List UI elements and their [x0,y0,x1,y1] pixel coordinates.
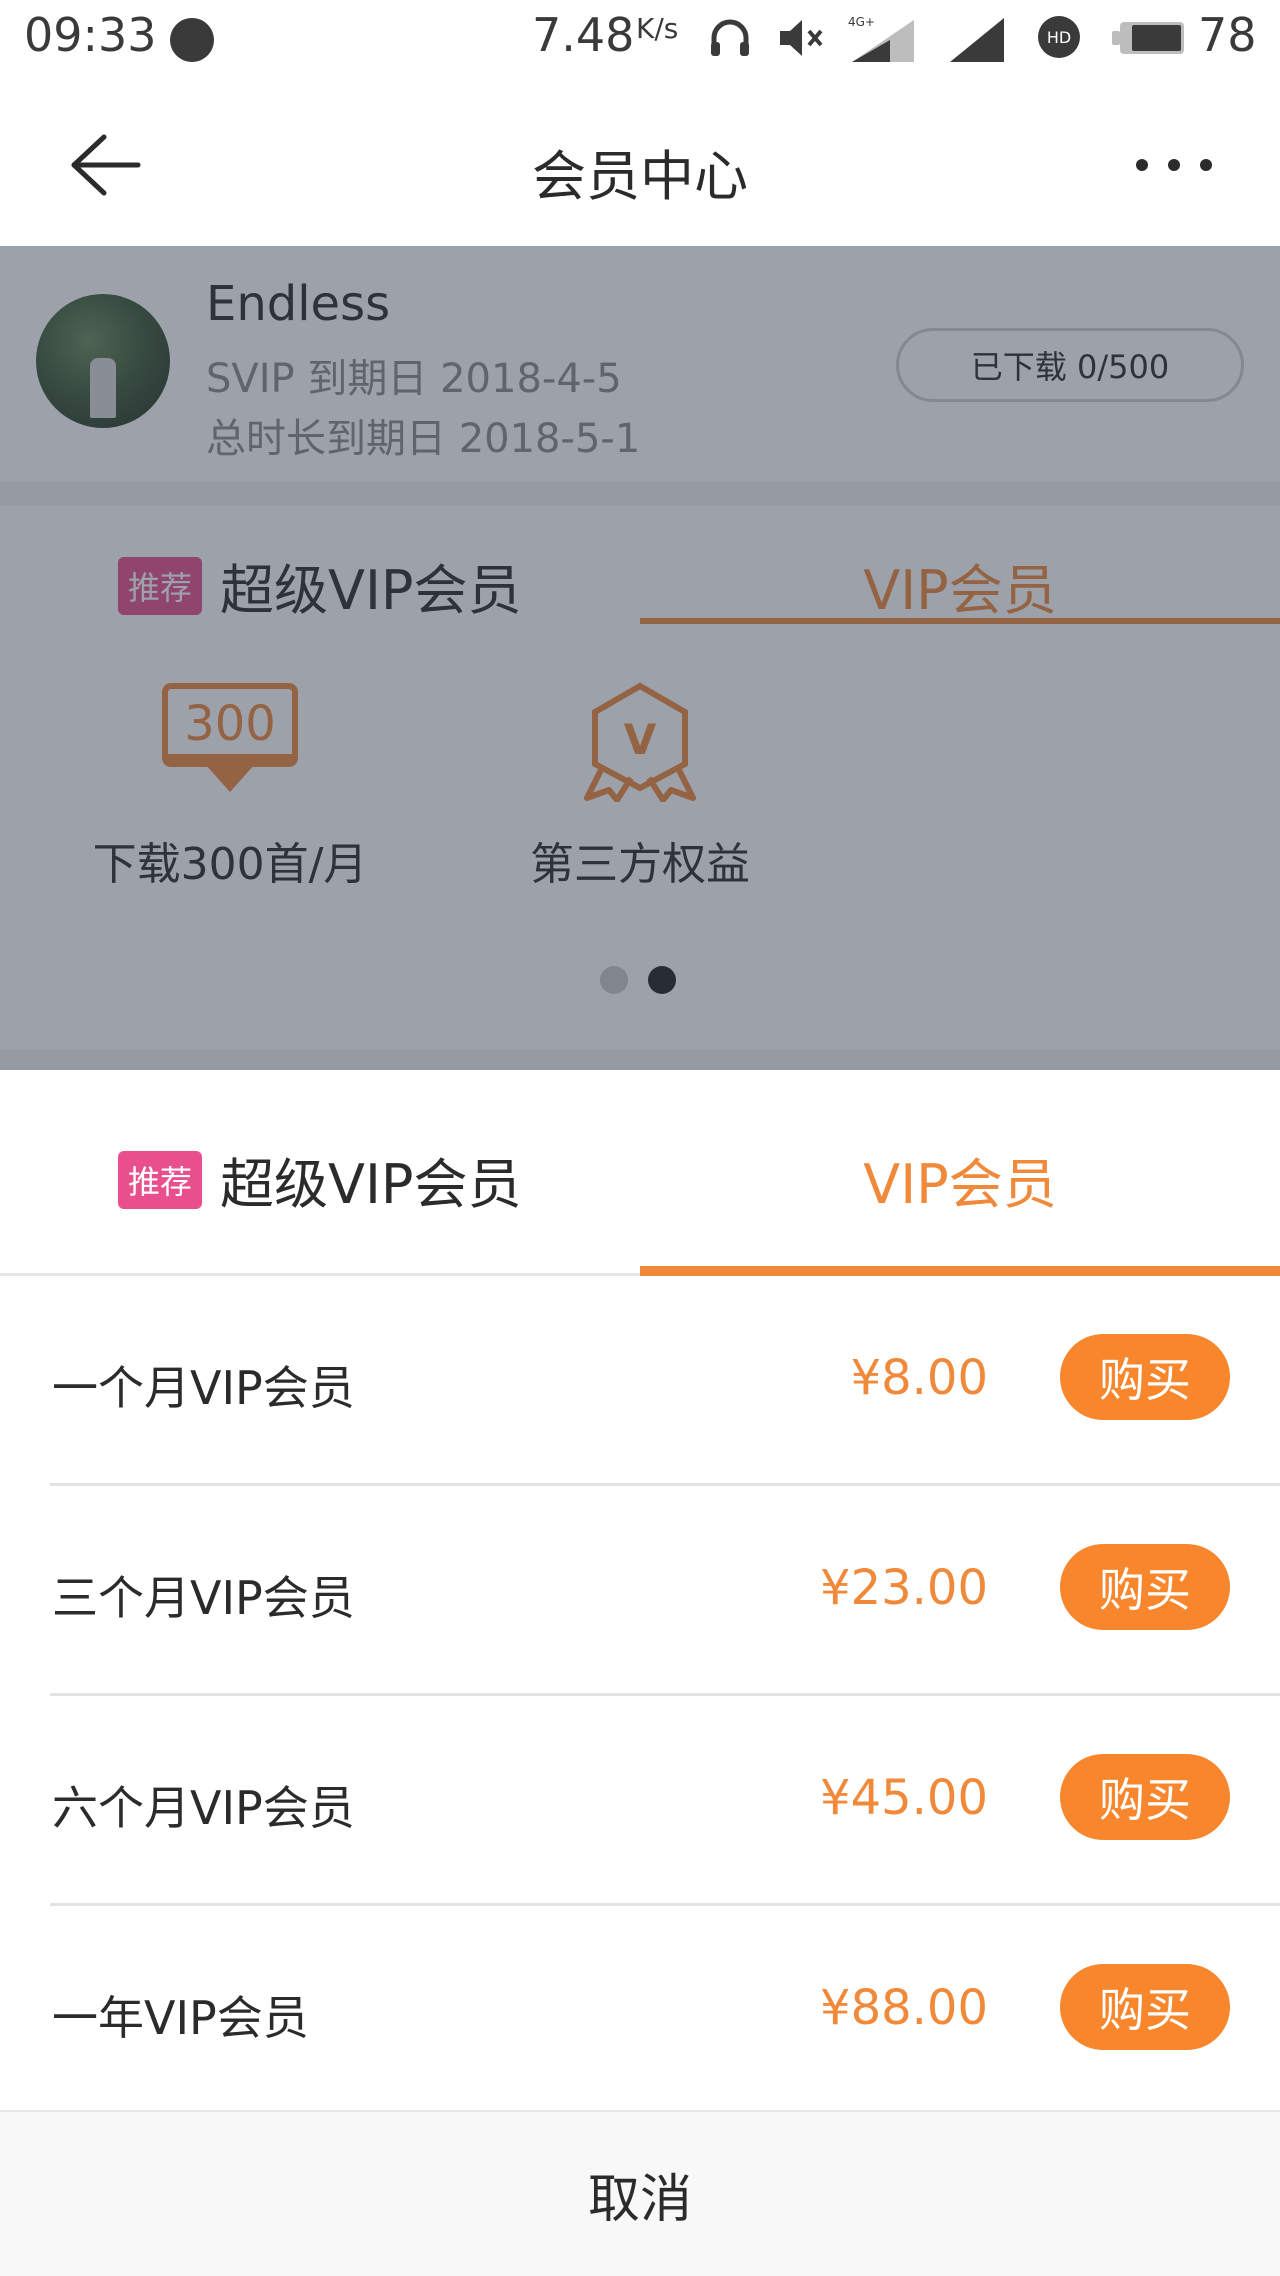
buy-button[interactable]: 购买 [1060,1754,1230,1840]
status-bar: 09:33 7.48 K/s 4G+ HD 78 [0,0,1280,80]
network-speed-unit: K/s [636,12,679,45]
modal-backdrop[interactable] [0,246,1280,1070]
svg-text:HD: HD [1047,28,1071,47]
plan-row: 一年VIP会员 ¥88.00 购买 [0,1906,1280,2116]
plan-price: ¥45.00 [820,1770,988,1826]
page-title: 会员中心 [532,145,748,208]
network-speed: 7.48 [532,8,635,62]
plan-row: 三个月VIP会员 ¥23.00 购买 [0,1486,1280,1696]
membership-page: 09:33 7.48 K/s 4G+ HD 78 会员中心 Endless SV… [0,0,1280,2276]
more-options-icon[interactable] [1124,140,1224,190]
plan-price: ¥88.00 [820,1980,988,2036]
battery-level: 78 [1198,8,1257,62]
plan-row: 六个月VIP会员 ¥45.00 购买 [0,1696,1280,1906]
buy-button[interactable]: 购买 [1060,1544,1230,1630]
signal-4g-icon: 4G+ [848,15,914,62]
plan-name: 一年VIP会员 [52,1991,309,2045]
purchase-sheet: 推荐 超级VIP会员 VIP会员 一个月VIP会员 ¥8.00 购买 三个月VI… [0,1070,1280,2276]
cancel-button[interactable]: 取消 [0,2110,1280,2276]
hd-call-icon: HD [1038,16,1080,58]
network-type-label: 4G+ [848,15,875,29]
buy-button[interactable]: 购买 [1060,1334,1230,1420]
plan-price: ¥23.00 [820,1560,988,1616]
headphones-icon [711,19,749,56]
buy-button[interactable]: 购买 [1060,1964,1230,2050]
recommend-tag: 推荐 [118,1150,203,1209]
active-tab-indicator [640,1266,1280,1276]
signal-icon [950,18,1004,62]
tab-super-vip[interactable]: 推荐 超级VIP会员 [118,1140,521,1219]
plan-row: 一个月VIP会员 ¥8.00 购买 [0,1276,1280,1486]
plan-list: 一个月VIP会员 ¥8.00 购买 三个月VIP会员 ¥23.00 购买 六个月… [0,1276,1280,2116]
purchase-tabs: 推荐 超级VIP会员 VIP会员 [0,1070,1280,1276]
plan-price: ¥8.00 [850,1350,988,1406]
mute-icon [780,20,823,56]
tab-vip[interactable]: VIP会员 [640,1140,1280,1219]
status-time: 09:33 [24,8,157,62]
top-navigation: 会员中心 [0,80,1280,246]
plan-name: 三个月VIP会员 [52,1571,355,1625]
app-notification-icon [170,18,214,62]
tab-super-vip-label: 超级VIP会员 [220,1153,522,1216]
plan-name: 六个月VIP会员 [52,1781,355,1835]
plan-name: 一个月VIP会员 [52,1361,355,1415]
battery-icon [1112,22,1184,54]
